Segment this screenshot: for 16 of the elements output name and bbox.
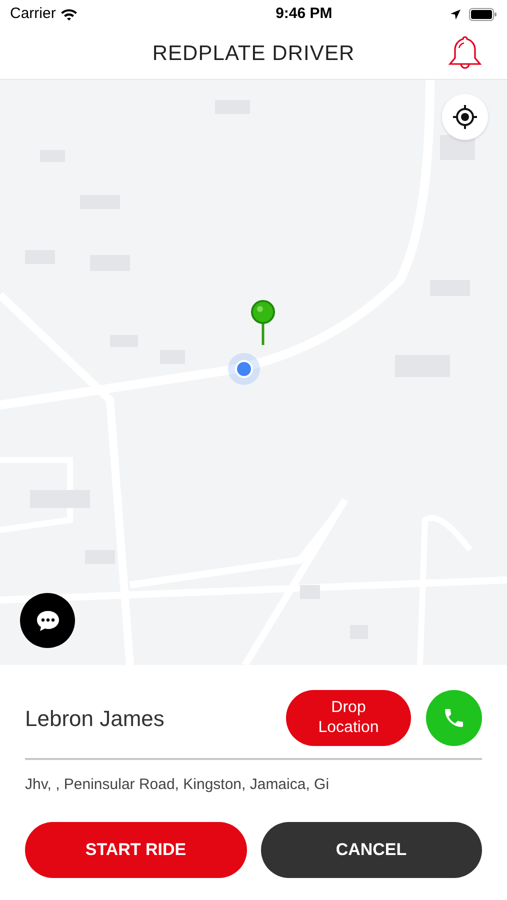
phone-icon	[442, 706, 466, 730]
crosshair-icon	[452, 104, 478, 130]
speech-bubble-icon	[34, 608, 60, 632]
drop-location-button[interactable]: Drop Location	[286, 690, 411, 746]
passenger-name: Lebron James	[25, 704, 166, 732]
wifi-icon	[60, 8, 78, 20]
battery-icon	[468, 8, 497, 20]
start-ride-button[interactable]: START RIDE	[25, 822, 246, 878]
cancel-button[interactable]: CANCEL	[260, 822, 482, 878]
location-arrow-icon	[450, 8, 461, 20]
clock-time: 9:46 PM	[276, 4, 332, 24]
current-location-icon	[227, 352, 261, 386]
map-pin-icon	[250, 299, 276, 347]
app-title: REDPLATE DRIVER	[152, 40, 355, 67]
pickup-address: Jhv, , Peninsular Road, Kingston, Jamaica, Gi	[25, 775, 330, 795]
carrier-label: Carrier	[10, 4, 56, 24]
